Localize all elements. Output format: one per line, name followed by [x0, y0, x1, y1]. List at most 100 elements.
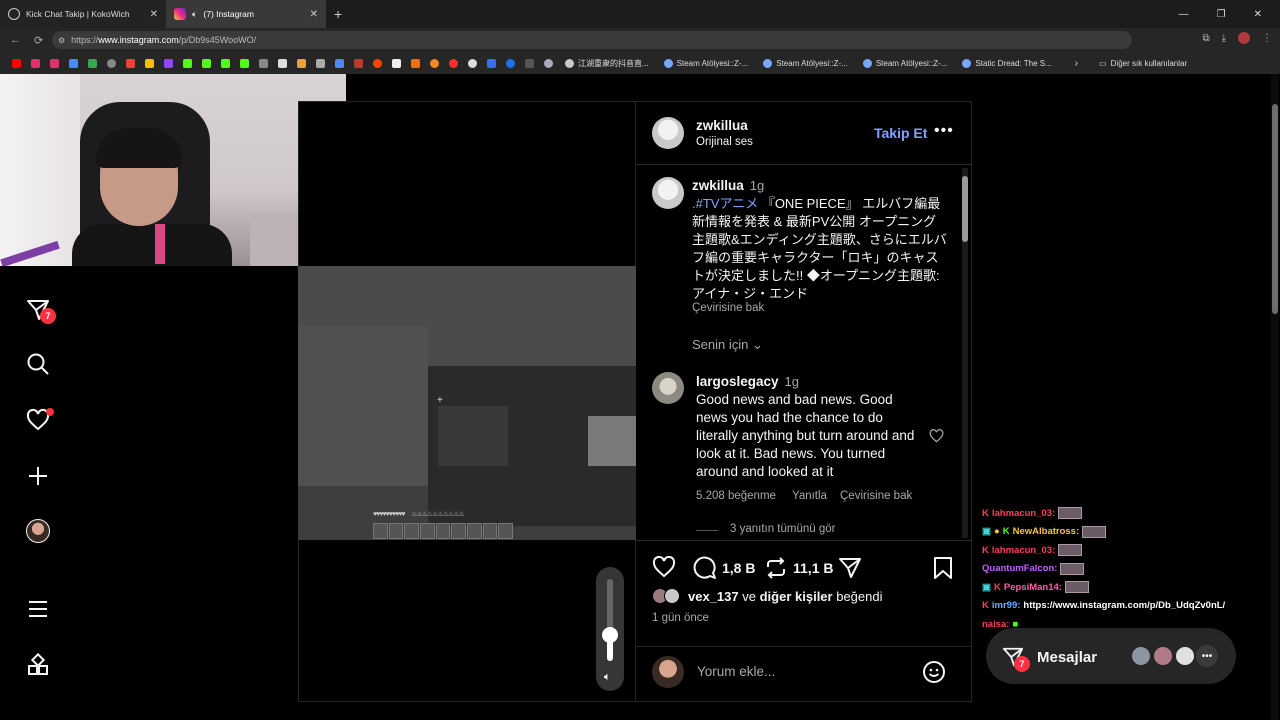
bookmark-icon[interactable] [426, 55, 442, 71]
author-username[interactable]: zwkillua [696, 118, 748, 133]
menu-hamburger-icon[interactable] [24, 595, 52, 623]
repost-count[interactable]: 11,1 B [793, 560, 833, 576]
globe-bookmark-icon[interactable] [103, 55, 119, 71]
caption-hashtag[interactable]: .#TVアニメ [692, 196, 758, 211]
bookmark-item[interactable]: Steam Atölyesi::Z-... [857, 58, 954, 68]
kick-bookmark-icon[interactable] [217, 55, 233, 71]
profile-avatar[interactable] [26, 519, 50, 543]
emoji-icon[interactable] [922, 660, 946, 684]
comment-bubble-icon[interactable] [693, 556, 717, 580]
menu-icon[interactable]: ⋮ [1262, 33, 1272, 44]
close-tab-icon[interactable]: ✕ [150, 9, 158, 20]
extensions-icon[interactable]: ⧉ [1202, 33, 1209, 44]
volume-slider[interactable]: 🔈︎ [596, 567, 624, 691]
minimize-icon[interactable]: — [1179, 9, 1189, 20]
other-bookmarks-folder[interactable]: ▭ Diğer sık kullanılanlar [1093, 59, 1193, 68]
close-tab-icon[interactable]: ✕ [310, 9, 318, 20]
caption-author-avatar[interactable] [652, 177, 684, 209]
caption-author[interactable]: zwkillua 1g [692, 178, 764, 193]
audio-label[interactable]: Orijinal ses [696, 136, 753, 148]
share-icon[interactable] [838, 556, 862, 580]
commenter-avatar[interactable] [652, 372, 684, 404]
close-window-icon[interactable]: ✕ [1254, 9, 1262, 20]
bookmark-icon[interactable] [160, 55, 176, 71]
bookmark-icon[interactable] [236, 55, 252, 71]
bookmark-icon[interactable] [407, 55, 423, 71]
caption-username[interactable]: zwkillua [692, 178, 744, 193]
view-replies-link[interactable]: 3 yanıtın tümünü gör [730, 523, 835, 535]
create-plus-icon[interactable] [24, 462, 52, 490]
like-heart-icon[interactable] [652, 556, 676, 578]
bookmark-icon[interactable] [312, 55, 328, 71]
bookmark-icon[interactable] [331, 55, 347, 71]
volume-knob[interactable] [602, 627, 618, 643]
drive-bookmark-icon[interactable] [141, 55, 157, 71]
back-icon[interactable]: ← [10, 34, 24, 46]
speaker-icon[interactable]: 🔈︎ [604, 671, 611, 684]
scrollbar-thumb[interactable] [962, 176, 968, 242]
downloads-icon[interactable]: ⤓ [1222, 33, 1226, 44]
bookmark-icon[interactable] [502, 55, 518, 71]
tab-instagram[interactable]: 🔈︎ (7) Instagram ✕ [166, 0, 326, 28]
bookmark-item[interactable]: Steam Atölyesi::Z-... [658, 58, 755, 68]
comment-like-icon[interactable] [929, 429, 944, 443]
comment-username[interactable]: largoslegacy [696, 374, 779, 389]
bookmark-favicon-icon [565, 58, 574, 68]
liked-by-others[interactable]: diğer kişiler [760, 589, 833, 604]
bookmark-icon[interactable] [483, 55, 499, 71]
author-avatar[interactable] [652, 117, 684, 149]
comment-likes[interactable]: 5.208 beğenme [696, 490, 776, 502]
gmail-bookmark-icon[interactable] [122, 55, 138, 71]
kick-bookmark-icon[interactable] [179, 55, 195, 71]
bookmark-item[interactable]: 江湖重衆的抖音直... [559, 58, 655, 69]
bookmark-icon[interactable] [445, 55, 461, 71]
more-options-icon[interactable]: ••• [934, 122, 954, 140]
for-you-dropdown[interactable]: Senin için ⌄ [692, 337, 763, 353]
comment-count[interactable]: 1,8 B [722, 560, 755, 576]
chevron-right-icon[interactable]: › [1075, 58, 1078, 69]
bookmark-icon[interactable] [540, 55, 556, 71]
comment-author[interactable]: largoslegacy 1g [696, 374, 799, 389]
bookmark-icon[interactable] [293, 55, 309, 71]
caption-translate-link[interactable]: Çevirisine bak [692, 302, 764, 314]
search-icon[interactable] [24, 350, 52, 378]
repost-icon[interactable] [764, 556, 788, 580]
maximize-icon[interactable]: ❐ [1217, 9, 1226, 20]
kick-badge-icon: K [982, 600, 989, 612]
save-bookmark-icon[interactable] [932, 556, 954, 580]
bookmark-icon[interactable] [255, 55, 271, 71]
page-scrollbar[interactable] [1271, 74, 1279, 720]
youtube-bookmark-icon[interactable] [8, 55, 24, 71]
comments-scrollbar[interactable] [962, 168, 968, 538]
new-tab-button[interactable]: + [334, 6, 342, 22]
twitch-bookmark-icon[interactable] [350, 55, 366, 71]
site-info-icon[interactable]: ⚙ [58, 36, 65, 45]
follow-button[interactable]: Takip Et [874, 125, 927, 141]
reload-icon[interactable]: ⟳ [34, 34, 48, 47]
comment-reply[interactable]: Yanıtla [792, 490, 827, 502]
profile-avatar[interactable] [1238, 32, 1250, 44]
bookmark-icon[interactable] [84, 55, 100, 71]
speaker-icon[interactable]: 🔈︎ [192, 9, 197, 20]
liked-by-user[interactable]: vex_137 [688, 589, 739, 604]
comment-translate[interactable]: Çevirisine bak [840, 490, 912, 502]
url-field[interactable]: ⚙ https://www.instagram.com/p/Db9s45WooW… [52, 31, 1132, 49]
add-comment-input[interactable]: Yorum ekle... [697, 664, 775, 679]
bookmark-icon[interactable] [464, 55, 480, 71]
tab-kick-chat[interactable]: Kick Chat Takip | KokoWich ✕ [0, 0, 166, 28]
bookmark-icon[interactable] [65, 55, 81, 71]
instagram-bookmark-icon[interactable] [27, 55, 43, 71]
bookmark-item[interactable]: Static Dread: The S... [956, 58, 1057, 68]
globe-icon [8, 8, 20, 20]
page-scrollbar-thumb[interactable] [1272, 104, 1278, 314]
apps-grid-icon[interactable] [24, 651, 52, 679]
kick-badge-icon: K [993, 581, 1001, 593]
kick-bookmark-icon[interactable] [198, 55, 214, 71]
instagram-bookmark-icon[interactable] [46, 55, 62, 71]
bookmark-icon[interactable] [388, 55, 404, 71]
x-bookmark-icon[interactable] [274, 55, 290, 71]
reddit-bookmark-icon[interactable] [369, 55, 385, 71]
messages-bar[interactable]: 7 Mesajlar ••• [986, 628, 1236, 684]
bookmark-icon[interactable] [521, 55, 537, 71]
bookmark-item[interactable]: Steam Atölyesi::Z-... [757, 58, 854, 68]
